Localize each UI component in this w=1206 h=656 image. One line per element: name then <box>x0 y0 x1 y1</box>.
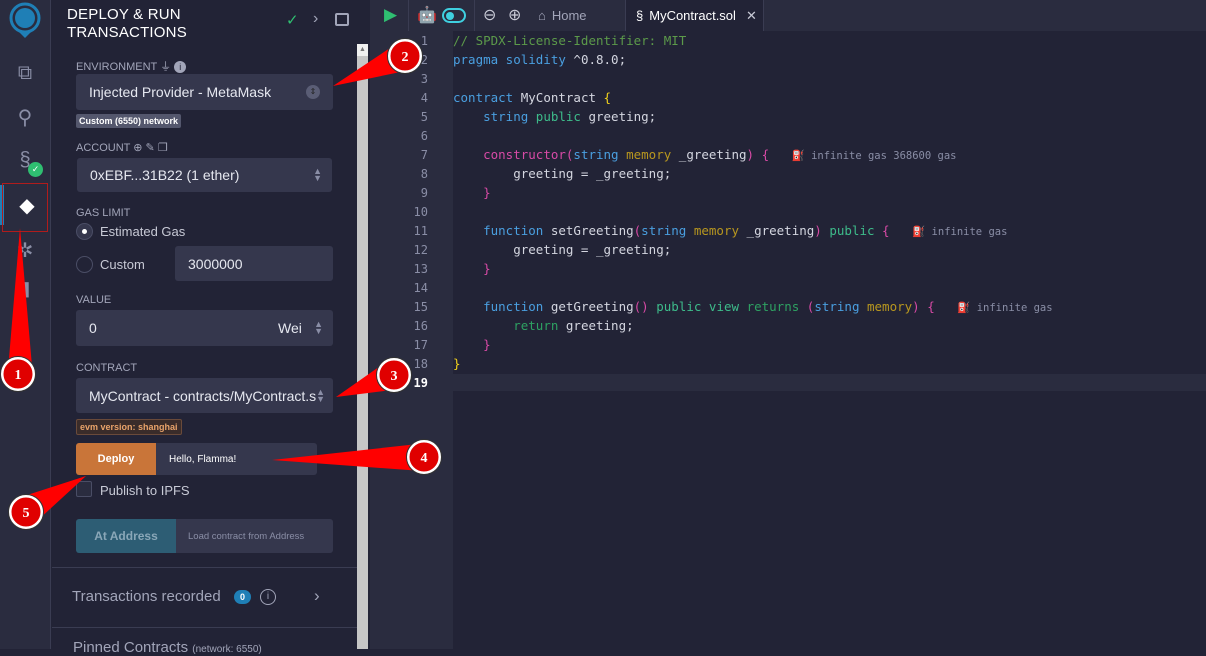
annotation-callout: 1 <box>0 228 36 392</box>
annotation-callout: 4 <box>272 439 442 475</box>
annotation-arrow <box>8 228 32 370</box>
annotation-number: 4 <box>421 451 428 466</box>
annotation-callout: 2 <box>333 38 423 86</box>
annotation-number: 5 <box>23 506 30 521</box>
annotation-overlay: 1 2 3 4 5 <box>0 38 442 530</box>
annotation-callout: 5 <box>8 476 86 530</box>
annotation-number: 3 <box>391 369 398 384</box>
annotation-callout: 3 <box>336 357 412 397</box>
annotation-arrow <box>272 444 422 471</box>
annotation-number: 1 <box>15 368 22 383</box>
annotation-number: 2 <box>402 50 409 65</box>
